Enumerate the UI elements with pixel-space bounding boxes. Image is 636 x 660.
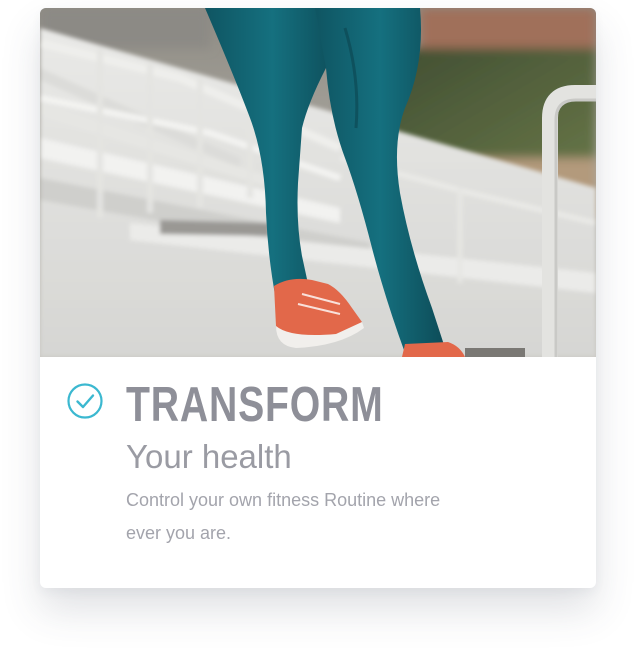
feature-card: TRANSFORM Your health Control your own f… xyxy=(40,8,596,588)
card-heading: TRANSFORM xyxy=(126,378,384,432)
hero-image xyxy=(40,8,596,357)
card-subheading: Your health xyxy=(126,438,292,475)
card-description: Control your own fitness Routine where e… xyxy=(126,490,441,543)
check-circle-icon xyxy=(67,383,103,419)
page-background: TRANSFORM Your health Control your own f… xyxy=(0,0,636,660)
